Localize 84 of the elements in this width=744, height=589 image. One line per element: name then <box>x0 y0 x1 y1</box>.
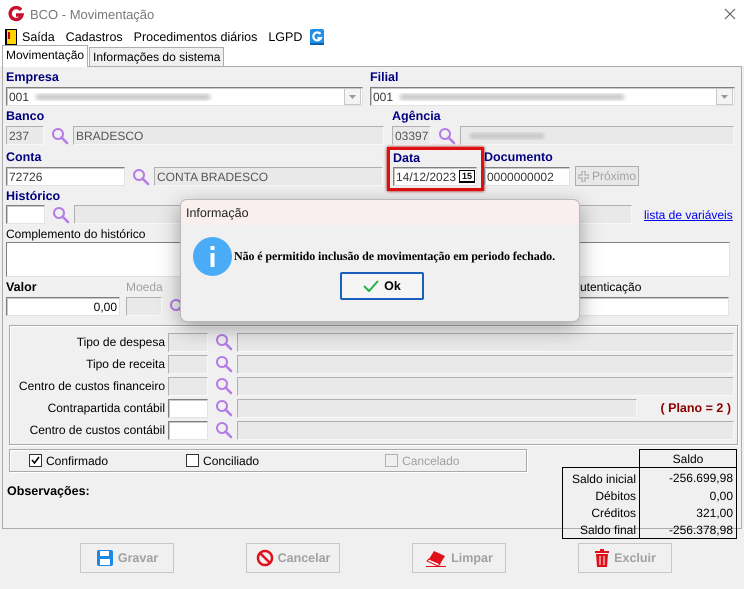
field-label: Banco <box>6 109 46 123</box>
dropdown[interactable]: 001 <box>6 87 363 106</box>
text-field[interactable] <box>168 398 208 418</box>
search-icon[interactable] <box>215 421 233 439</box>
table-header: Saldo <box>640 450 736 468</box>
text-field[interactable]: 0000000002 <box>484 167 570 186</box>
search-icon[interactable] <box>52 206 70 224</box>
field-label: Histórico <box>6 189 62 203</box>
table-cell: 321,00 <box>640 504 736 521</box>
menu-item[interactable]: Procedimentos diários <box>128 29 264 45</box>
table-cell: -256.378,98 <box>640 521 736 538</box>
field-label: utenticação <box>579 280 642 294</box>
plus-icon <box>578 170 589 182</box>
text-field[interactable] <box>237 398 637 418</box>
no-entry-icon <box>256 549 274 567</box>
search-icon[interactable] <box>215 333 233 351</box>
field-label: Complemento do histórico <box>6 227 146 241</box>
table-cell: Saldo inicial <box>562 468 640 487</box>
field-label: Centro de custos financeiro <box>18 379 166 393</box>
field-label: Empresa <box>6 70 60 84</box>
check-mark-icon <box>363 280 380 292</box>
text-field[interactable] <box>237 354 734 374</box>
text-field[interactable] <box>237 420 734 440</box>
ok-button[interactable]: Ok <box>340 272 424 300</box>
logo-icon <box>8 6 24 22</box>
app-logo-icon[interactable] <box>310 29 324 45</box>
checkbox[interactable]: Confirmado <box>29 454 108 468</box>
field-label: Contrapartida contábil <box>46 401 166 415</box>
field-label: Observações: <box>7 484 91 498</box>
text-field[interactable] <box>126 297 162 316</box>
exit-door-icon[interactable] <box>5 29 17 45</box>
calendar-button[interactable]: 15 <box>459 170 475 183</box>
text-field[interactable] <box>237 376 734 396</box>
field-label: Conta <box>6 150 42 164</box>
tab[interactable]: Movimentação <box>2 45 88 67</box>
check-mark-icon <box>31 456 40 465</box>
eraser-icon <box>425 549 448 567</box>
table-cell: Créditos <box>562 504 640 521</box>
search-icon[interactable] <box>132 168 150 186</box>
checkbox[interactable]: Conciliado <box>186 454 260 468</box>
field-label: Tipo de receita <box>85 357 166 371</box>
field-label: Data <box>393 151 422 165</box>
dialog-title: Informação <box>181 200 579 225</box>
text-field[interactable]: 03397 <box>392 126 431 145</box>
close-icon[interactable] <box>724 8 736 20</box>
search-icon[interactable] <box>215 377 233 395</box>
search-icon[interactable] <box>215 399 233 417</box>
trash-icon <box>594 549 610 567</box>
search-icon[interactable] <box>438 126 456 144</box>
tab[interactable]: Informações do sistema <box>89 47 224 66</box>
table-cell: Débitos <box>562 487 640 504</box>
info-icon <box>193 237 232 276</box>
window-title: BCO - Movimentação <box>30 6 154 22</box>
dropdown-arrow-icon <box>349 94 356 98</box>
search-icon[interactable] <box>51 126 69 144</box>
menu-item[interactable]: Saída <box>17 29 61 45</box>
field-label: Tipo de despesa <box>76 335 166 349</box>
field-label: Documento <box>484 150 554 164</box>
field-label: Centro de custos contábil <box>28 423 166 437</box>
dialog-message: Não é permitido inclusão de movimentação em periodo fechado. <box>234 249 555 264</box>
menu-item[interactable]: Cadastros <box>60 29 129 45</box>
text-field[interactable]: 0,00 <box>6 297 120 316</box>
dropdown[interactable]: 001 <box>370 87 735 106</box>
text-field[interactable] <box>6 205 45 224</box>
plan-note: ( Plano = 2 ) <box>660 401 731 415</box>
dropdown-arrow-icon <box>721 94 728 98</box>
variables-link[interactable]: lista de variáveis <box>644 208 733 222</box>
table-cell: -256.699,98 <box>640 468 736 487</box>
text-field[interactable]: 72726 <box>6 167 125 186</box>
text-field[interactable]: CONTA BRADESCO <box>154 167 383 186</box>
menu-item[interactable]: LGPD <box>263 29 308 45</box>
text-field[interactable] <box>168 420 208 440</box>
date-field[interactable]: 14/12/2023 15 <box>393 167 477 186</box>
text-field[interactable]: 237 <box>6 126 44 145</box>
field-label: Moeda <box>126 280 164 294</box>
table-cell: Saldo final <box>562 521 640 538</box>
field-label: Filial <box>370 70 400 84</box>
search-icon[interactable] <box>215 355 233 373</box>
text-field[interactable] <box>460 126 734 145</box>
field-label: Agência <box>392 109 442 123</box>
text-field[interactable] <box>237 332 734 352</box>
text-field[interactable]: BRADESCO <box>73 126 384 145</box>
table-cell: 0,00 <box>640 487 736 504</box>
field-label: Valor <box>6 280 38 294</box>
